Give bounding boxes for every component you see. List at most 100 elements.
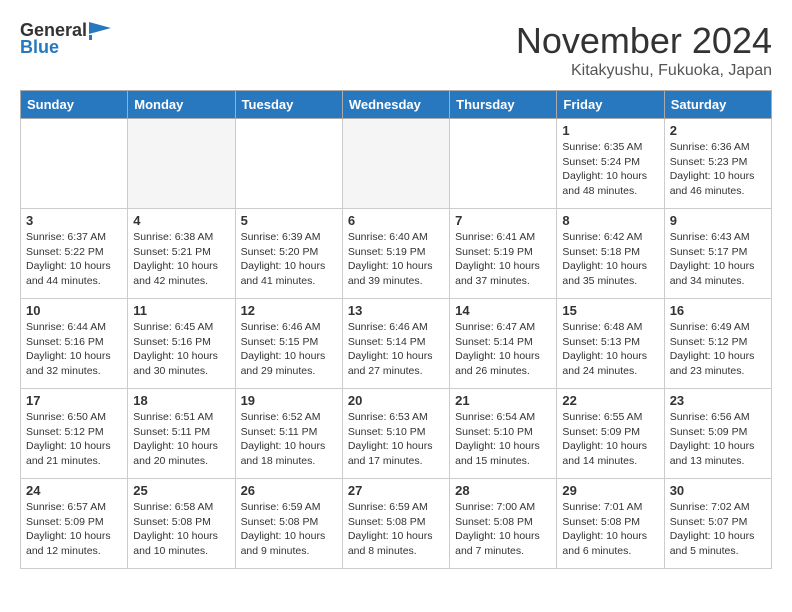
day-number: 24 [26,483,122,498]
day-info: Sunrise: 6:46 AM Sunset: 5:14 PM Dayligh… [348,320,444,379]
calendar-week-2: 3Sunrise: 6:37 AM Sunset: 5:22 PM Daylig… [21,209,772,299]
day-number: 30 [670,483,766,498]
day-info: Sunrise: 6:59 AM Sunset: 5:08 PM Dayligh… [348,500,444,559]
day-info: Sunrise: 6:53 AM Sunset: 5:10 PM Dayligh… [348,410,444,469]
calendar-cell: 13 Sunrise: 6:46 AM Sunset: 5:14 PM Dayli… [342,299,449,389]
calendar-cell: 25 Sunrise: 6:58 AM Sunset: 5:08 PM Dayli… [128,479,235,569]
header-thursday: Thursday [450,91,557,119]
day-number: 18 [133,393,229,408]
calendar-cell [342,119,449,209]
header-friday: Friday [557,91,664,119]
day-number: 5 [241,213,337,228]
day-number: 28 [455,483,551,498]
day-info: Sunrise: 7:00 AM Sunset: 5:08 PM Dayligh… [455,500,551,559]
calendar-cell: 9 Sunrise: 6:43 AM Sunset: 5:17 PM Daylig… [664,209,771,299]
calendar-cell: 30 Sunrise: 7:02 AM Sunset: 5:07 PM Dayli… [664,479,771,569]
day-number: 13 [348,303,444,318]
day-number: 4 [133,213,229,228]
calendar-cell: 19 Sunrise: 6:52 AM Sunset: 5:11 PM Dayli… [235,389,342,479]
calendar-cell: 16 Sunrise: 6:49 AM Sunset: 5:12 PM Dayli… [664,299,771,389]
calendar-cell: 29Sunrise: 7:01 AM Sunset: 5:08 PM Dayli… [557,479,664,569]
day-number: 23 [670,393,766,408]
calendar-cell: 5 Sunrise: 6:39 AM Sunset: 5:20 PM Daylig… [235,209,342,299]
day-info: Sunrise: 6:43 AM Sunset: 5:17 PM Dayligh… [670,230,766,289]
day-info: Sunrise: 6:35 AM Sunset: 5:24 PM Dayligh… [562,140,658,199]
day-info: Sunrise: 6:45 AM Sunset: 5:16 PM Dayligh… [133,320,229,379]
day-number: 3 [26,213,122,228]
day-number: 17 [26,393,122,408]
page-header: General Blue November 2024 Kitakyushu, F… [20,20,772,80]
day-number: 16 [670,303,766,318]
day-info: Sunrise: 6:38 AM Sunset: 5:21 PM Dayligh… [133,230,229,289]
day-info: Sunrise: 6:50 AM Sunset: 5:12 PM Dayligh… [26,410,122,469]
title-area: November 2024 Kitakyushu, Fukuoka, Japan [516,20,772,80]
header-monday: Monday [128,91,235,119]
calendar-cell: 10 Sunrise: 6:44 AM Sunset: 5:16 PM Dayli… [21,299,128,389]
day-number: 8 [562,213,658,228]
calendar-cell: 24 Sunrise: 6:57 AM Sunset: 5:09 PM Dayli… [21,479,128,569]
day-number: 6 [348,213,444,228]
day-info: Sunrise: 6:52 AM Sunset: 5:11 PM Dayligh… [241,410,337,469]
calendar-cell: 23 Sunrise: 6:56 AM Sunset: 5:09 PM Dayli… [664,389,771,479]
logo: General Blue [20,20,111,58]
calendar-cell: 22Sunrise: 6:55 AM Sunset: 5:09 PM Dayli… [557,389,664,479]
calendar-cell: 2Sunrise: 6:36 AM Sunset: 5:23 PM Daylig… [664,119,771,209]
day-number: 20 [348,393,444,408]
day-number: 15 [562,303,658,318]
day-number: 11 [133,303,229,318]
calendar-cell [450,119,557,209]
day-number: 14 [455,303,551,318]
logo-flag-icon [89,22,111,40]
calendar-week-3: 10 Sunrise: 6:44 AM Sunset: 5:16 PM Dayli… [21,299,772,389]
calendar-cell: 4 Sunrise: 6:38 AM Sunset: 5:21 PM Daylig… [128,209,235,299]
header-tuesday: Tuesday [235,91,342,119]
header-wednesday: Wednesday [342,91,449,119]
day-info: Sunrise: 6:41 AM Sunset: 5:19 PM Dayligh… [455,230,551,289]
day-number: 25 [133,483,229,498]
day-info: Sunrise: 6:44 AM Sunset: 5:16 PM Dayligh… [26,320,122,379]
day-info: Sunrise: 6:47 AM Sunset: 5:14 PM Dayligh… [455,320,551,379]
calendar-cell: 28 Sunrise: 7:00 AM Sunset: 5:08 PM Dayli… [450,479,557,569]
calendar-cell: 14 Sunrise: 6:47 AM Sunset: 5:14 PM Dayli… [450,299,557,389]
calendar-week-4: 17 Sunrise: 6:50 AM Sunset: 5:12 PM Dayli… [21,389,772,479]
calendar-table: SundayMondayTuesdayWednesdayThursdayFrid… [20,90,772,569]
day-info: Sunrise: 6:39 AM Sunset: 5:20 PM Dayligh… [241,230,337,289]
calendar-cell: 12 Sunrise: 6:46 AM Sunset: 5:15 PM Dayli… [235,299,342,389]
day-info: Sunrise: 6:48 AM Sunset: 5:13 PM Dayligh… [562,320,658,379]
calendar-cell: 17 Sunrise: 6:50 AM Sunset: 5:12 PM Dayli… [21,389,128,479]
day-info: Sunrise: 6:54 AM Sunset: 5:10 PM Dayligh… [455,410,551,469]
calendar-week-1: 1 Sunrise: 6:35 AM Sunset: 5:24 PM Daylig… [21,119,772,209]
day-number: 12 [241,303,337,318]
day-info: Sunrise: 6:49 AM Sunset: 5:12 PM Dayligh… [670,320,766,379]
day-info: Sunrise: 6:58 AM Sunset: 5:08 PM Dayligh… [133,500,229,559]
day-number: 22 [562,393,658,408]
day-number: 19 [241,393,337,408]
calendar-cell: 26Sunrise: 6:59 AM Sunset: 5:08 PM Dayli… [235,479,342,569]
day-info: Sunrise: 6:36 AM Sunset: 5:23 PM Dayligh… [670,140,766,199]
calendar-cell: 15 Sunrise: 6:48 AM Sunset: 5:13 PM Dayli… [557,299,664,389]
calendar-cell: 6Sunrise: 6:40 AM Sunset: 5:19 PM Daylig… [342,209,449,299]
day-number: 29 [562,483,658,498]
day-info: Sunrise: 7:02 AM Sunset: 5:07 PM Dayligh… [670,500,766,559]
day-info: Sunrise: 6:51 AM Sunset: 5:11 PM Dayligh… [133,410,229,469]
calendar-cell: 20 Sunrise: 6:53 AM Sunset: 5:10 PM Dayli… [342,389,449,479]
calendar-cell [21,119,128,209]
day-number: 7 [455,213,551,228]
calendar-week-5: 24 Sunrise: 6:57 AM Sunset: 5:09 PM Dayli… [21,479,772,569]
day-number: 9 [670,213,766,228]
calendar-cell: 27 Sunrise: 6:59 AM Sunset: 5:08 PM Dayli… [342,479,449,569]
day-info: Sunrise: 6:56 AM Sunset: 5:09 PM Dayligh… [670,410,766,469]
month-title: November 2024 [516,20,772,62]
header-sunday: Sunday [21,91,128,119]
day-number: 1 [562,123,658,138]
day-info: Sunrise: 6:46 AM Sunset: 5:15 PM Dayligh… [241,320,337,379]
day-number: 27 [348,483,444,498]
day-info: Sunrise: 6:57 AM Sunset: 5:09 PM Dayligh… [26,500,122,559]
day-number: 10 [26,303,122,318]
subtitle: Kitakyushu, Fukuoka, Japan [516,62,772,80]
calendar-cell: 7 Sunrise: 6:41 AM Sunset: 5:19 PM Daylig… [450,209,557,299]
header-saturday: Saturday [664,91,771,119]
calendar-cell: 21 Sunrise: 6:54 AM Sunset: 5:10 PM Dayli… [450,389,557,479]
day-info: Sunrise: 6:42 AM Sunset: 5:18 PM Dayligh… [562,230,658,289]
day-number: 21 [455,393,551,408]
